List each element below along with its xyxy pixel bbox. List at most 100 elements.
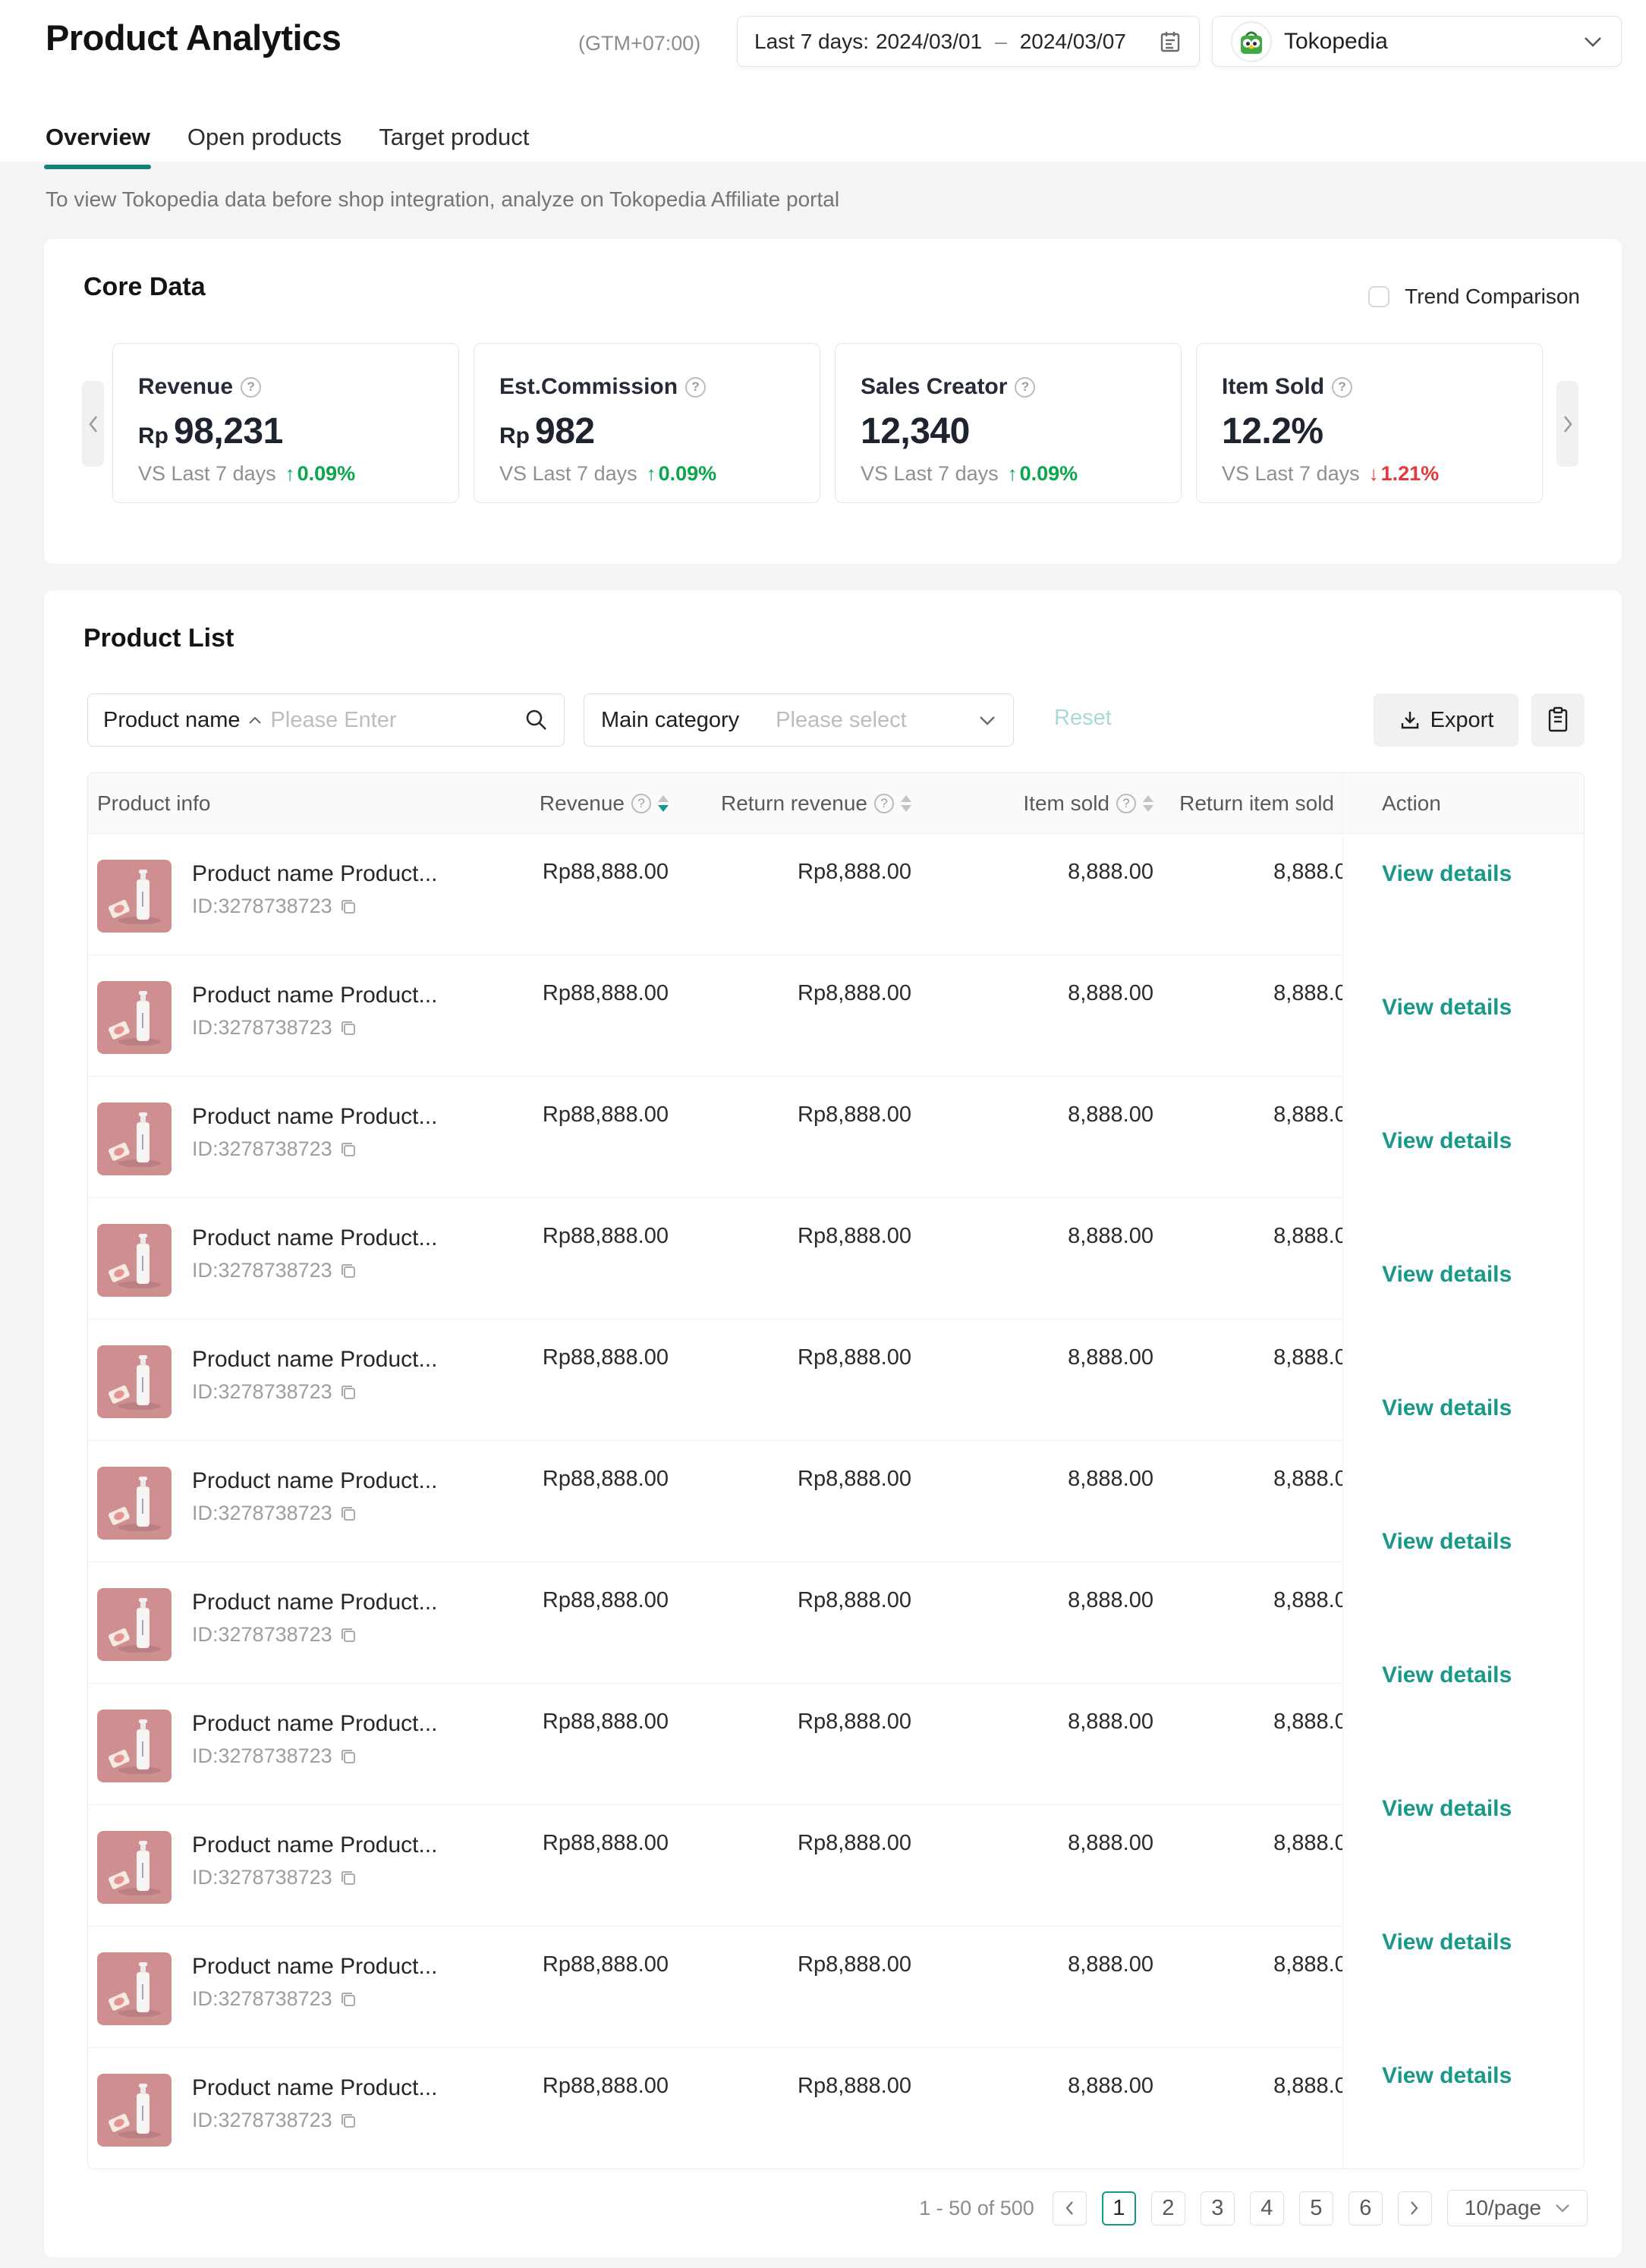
page-buttons: 123456 <box>1102 2191 1383 2226</box>
export-button[interactable]: Export <box>1374 694 1519 747</box>
action-cell: View details <box>1343 1902 1585 2036</box>
metric-label: Est.Commission <box>499 374 678 400</box>
help-icon[interactable]: ? <box>1116 794 1136 813</box>
help-icon[interactable]: ? <box>241 377 261 398</box>
sort-return-revenue[interactable] <box>901 795 911 812</box>
copy-icon[interactable] <box>338 1625 358 1645</box>
product-title: Product name Product... <box>192 1954 438 1980</box>
view-details-link[interactable]: View details <box>1382 1262 1512 1287</box>
product-id: ID:3278738723 <box>192 895 332 918</box>
page-button-4[interactable]: 4 <box>1250 2191 1284 2226</box>
vs-label: VS Last 7 days <box>499 462 637 486</box>
pagination-summary: 1 - 50 of 500 <box>919 2197 1034 2220</box>
view-details-link[interactable]: View details <box>1382 1662 1512 1688</box>
view-details-link[interactable]: View details <box>1382 1395 1512 1420</box>
page-button-2[interactable]: 2 <box>1151 2191 1185 2226</box>
copy-icon[interactable] <box>338 1261 358 1281</box>
search-icon[interactable] <box>524 708 549 732</box>
revenue-value: Rp88,888.00 <box>517 2048 669 2169</box>
page-button-3[interactable]: 3 <box>1201 2191 1235 2226</box>
help-icon[interactable]: ? <box>1332 377 1352 398</box>
return-revenue-value: Rp8,888.00 <box>669 1198 911 1319</box>
copy-icon[interactable] <box>338 1018 358 1038</box>
return-revenue-value: Rp8,888.00 <box>669 1927 911 2047</box>
prev-page-button[interactable] <box>1053 2191 1087 2226</box>
copy-icon[interactable] <box>338 1504 358 1524</box>
view-details-link[interactable]: View details <box>1382 1529 1512 1554</box>
sort-revenue[interactable] <box>658 795 669 812</box>
metric-tile: Item Sold ? 12.2% VS Last 7 days ↓ 1.21% <box>1196 343 1543 503</box>
product-id: ID:3278738723 <box>192 1866 332 1889</box>
col-action: Action <box>1343 773 1585 834</box>
tab-target-product[interactable]: Target product <box>379 124 529 169</box>
product-image <box>97 1467 172 1540</box>
pagination: 1 - 50 of 500 123456 10/page <box>919 2190 1588 2226</box>
revenue-value: Rp88,888.00 <box>517 834 669 955</box>
sort-item-sold[interactable] <box>1143 795 1153 812</box>
help-icon[interactable]: ? <box>685 377 706 398</box>
action-cell: View details <box>1343 834 1585 967</box>
clipboard-button[interactable] <box>1531 694 1585 747</box>
product-id: ID:3278738723 <box>192 1137 332 1161</box>
help-icon[interactable]: ? <box>1015 377 1035 398</box>
tab-open-products[interactable]: Open products <box>187 124 341 169</box>
page-button-1[interactable]: 1 <box>1102 2191 1136 2226</box>
item-sold-value: 8,888.00 <box>911 2048 1153 2169</box>
trend-comparison-checkbox[interactable] <box>1368 286 1390 307</box>
copy-icon[interactable] <box>338 1140 358 1159</box>
view-details-link[interactable]: View details <box>1382 1128 1512 1153</box>
reset-button[interactable]: Reset <box>1054 706 1112 731</box>
shop-select[interactable]: Tokopedia <box>1212 16 1622 67</box>
return-item-sold-value: 8,888.00 <box>1153 1441 1359 1562</box>
main-category-select[interactable]: Main category Please select <box>584 694 1014 747</box>
page-button-5[interactable]: 5 <box>1299 2191 1333 2226</box>
copy-icon[interactable] <box>338 1383 358 1402</box>
category-placeholder: Please select <box>776 708 907 733</box>
copy-icon[interactable] <box>338 1747 358 1766</box>
page-size-value: 10/page <box>1465 2196 1541 2220</box>
view-details-link[interactable]: View details <box>1382 1930 1512 1955</box>
product-search: Product name <box>87 694 565 747</box>
metrics-next-button[interactable] <box>1556 381 1578 467</box>
return-revenue-value: Rp8,888.00 <box>669 1805 911 1926</box>
product-id: ID:3278738723 <box>192 1380 332 1404</box>
core-data-title: Core Data <box>83 272 206 302</box>
col-return-revenue[interactable]: Return revenue ? <box>669 773 911 833</box>
metric-tile: Est.Commission ? Rp982 VS Last 7 days ↑ … <box>474 343 820 503</box>
revenue-value: Rp88,888.00 <box>517 1684 669 1804</box>
return-revenue-value: Rp8,888.00 <box>669 834 911 955</box>
delta-arrow-icon: ↑ <box>285 462 295 486</box>
return-revenue-value: Rp8,888.00 <box>669 1441 911 1562</box>
chevron-down-icon <box>978 715 996 726</box>
search-input[interactable] <box>269 707 517 734</box>
view-details-link[interactable]: View details <box>1382 861 1512 886</box>
product-id: ID:3278738723 <box>192 1623 332 1647</box>
help-icon[interactable]: ? <box>631 794 651 813</box>
item-sold-value: 8,888.00 <box>911 1077 1153 1197</box>
tab-overview[interactable]: Overview <box>46 124 150 169</box>
search-field-selector[interactable]: Product name <box>103 708 241 733</box>
metric-label: Item Sold <box>1222 374 1324 400</box>
return-revenue-value: Rp8,888.00 <box>669 1562 911 1683</box>
item-sold-value: 8,888.00 <box>911 1927 1153 2047</box>
view-details-link[interactable]: View details <box>1382 995 1512 1020</box>
item-sold-value: 8,888.00 <box>911 834 1153 955</box>
metrics-prev-button[interactable] <box>82 381 104 467</box>
return-revenue-value: Rp8,888.00 <box>669 955 911 1076</box>
col-revenue[interactable]: Revenue ? <box>517 773 669 833</box>
date-range-picker[interactable]: Last 7 days: 2024/03/01 – 2024/03/07 <box>737 16 1200 67</box>
vs-label: VS Last 7 days <box>138 462 276 486</box>
page-size-select[interactable]: 10/page <box>1447 2190 1588 2226</box>
next-page-button[interactable] <box>1398 2191 1432 2226</box>
help-icon[interactable]: ? <box>874 794 894 813</box>
col-item-sold[interactable]: Item sold ? <box>911 773 1153 833</box>
copy-icon[interactable] <box>338 897 358 917</box>
copy-icon[interactable] <box>338 2111 358 2131</box>
copy-icon[interactable] <box>338 1990 358 2009</box>
copy-icon[interactable] <box>338 1868 358 1888</box>
return-item-sold-value: 8,888.00 <box>1153 1562 1359 1683</box>
view-details-link[interactable]: View details <box>1382 2063 1512 2088</box>
product-title: Product name Product... <box>192 1468 438 1494</box>
view-details-link[interactable]: View details <box>1382 1796 1512 1821</box>
page-button-6[interactable]: 6 <box>1349 2191 1383 2226</box>
